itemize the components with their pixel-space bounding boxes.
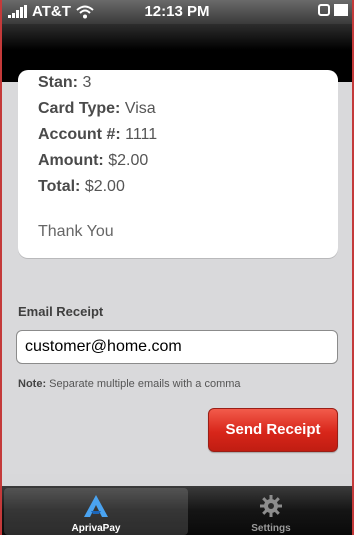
amount-label: Amount: — [38, 152, 104, 169]
total-value: $2.00 — [84, 178, 125, 195]
send-receipt-button[interactable]: Send Receipt — [208, 408, 338, 452]
receipt-lines: Stan: 3 Card Type: Visa Account #: 1111 … — [38, 70, 157, 200]
email-receipt-label: Email Receipt — [18, 304, 104, 319]
total-line: Total: $2.00 — [38, 174, 157, 200]
account-value: 1111 — [125, 126, 158, 143]
email-note: Note: Separate multiple emails with a co… — [18, 378, 241, 390]
total-label: Total: — [38, 178, 81, 195]
tab-settings[interactable]: Settings — [188, 488, 352, 535]
lock-icon — [318, 4, 330, 16]
app-screen: AT&T 12:13 PM Stan: 3 Card Type: Visa Ac… — [0, 0, 354, 535]
amount-value: $2.00 — [108, 152, 149, 169]
receipt-card: Stan: 3 Card Type: Visa Account #: 1111 … — [18, 70, 338, 258]
status-bar: AT&T 12:13 PM — [2, 0, 352, 24]
apriva-logo-icon — [84, 495, 108, 517]
gear-icon — [260, 495, 282, 517]
status-time: 12:13 PM — [144, 3, 210, 20]
note-text: Separate multiple emails with a comma — [49, 378, 241, 390]
note-label: Note: — [18, 378, 47, 390]
tab-settings-label: Settings — [251, 523, 291, 534]
card-type-value: Visa — [124, 100, 156, 117]
account-label: Account #: — [38, 126, 121, 143]
thank-you-text: Thank You — [38, 223, 114, 240]
account-line: Account #: 1111 — [38, 122, 157, 148]
card-type-line: Card Type: Visa — [38, 96, 157, 122]
card-type-label: Card Type: — [38, 100, 121, 117]
battery-icon — [334, 4, 348, 16]
amount-line: Amount: $2.00 — [38, 148, 157, 174]
tab-aprivapay-label: AprivaPay — [71, 523, 121, 534]
receipt-content: Stan: 3 Card Type: Visa Account #: 1111 … — [2, 70, 352, 474]
stan-label: Stan: — [38, 74, 78, 91]
email-input[interactable] — [16, 330, 338, 364]
stan-value: 3 — [82, 74, 92, 91]
tab-aprivapay[interactable]: AprivaPay — [4, 488, 188, 535]
stan-line: Stan: 3 — [38, 70, 157, 96]
tab-bar: AprivaPay Settings — [2, 486, 352, 535]
